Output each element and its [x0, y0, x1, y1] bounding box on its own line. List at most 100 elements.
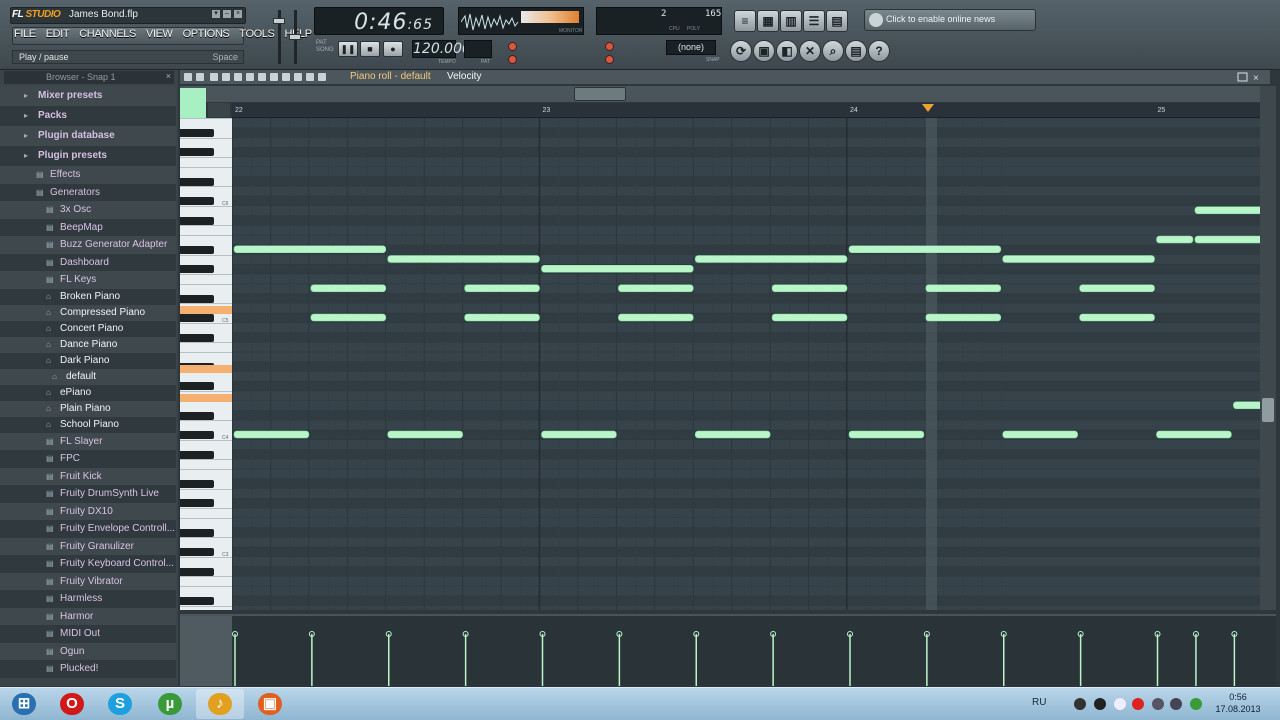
browser-item[interactable]: ▤ Fruity Vibrator	[0, 572, 176, 590]
loop-record-button[interactable]	[605, 42, 614, 51]
browser-item[interactable]: ▸ Packs	[0, 106, 176, 126]
note[interactable]	[1194, 235, 1260, 244]
network-icon[interactable]	[1152, 698, 1164, 710]
pattern-record-button-2[interactable]	[508, 55, 517, 64]
menu-channels[interactable]: CHANNELS	[79, 28, 136, 40]
scroll-thumb[interactable]	[574, 87, 626, 101]
note[interactable]	[771, 284, 848, 293]
refresh-icon[interactable]: ⟳	[730, 40, 752, 62]
save-icon[interactable]: ▣	[753, 40, 775, 62]
black-key[interactable]	[180, 177, 214, 186]
note[interactable]	[387, 430, 463, 439]
black-key[interactable]	[180, 197, 214, 205]
playhead-marker-icon[interactable]	[922, 104, 934, 112]
browser-item[interactable]: ▸ Mixer presets	[0, 86, 176, 106]
clock[interactable]: 0:56 17.08.2013	[1214, 691, 1262, 715]
black-key[interactable]	[180, 148, 214, 157]
volume-knob[interactable]	[273, 18, 285, 24]
tempo-field[interactable]: 120.000	[412, 40, 471, 58]
taskbar-start-button[interactable]: ⊞	[0, 689, 48, 719]
search-icon[interactable]: ⌕	[822, 40, 844, 62]
menu-toggle-icon[interactable]	[208, 103, 230, 117]
black-key[interactable]	[180, 216, 214, 225]
browser-item[interactable]: ▤ Harmor	[0, 607, 176, 625]
horizontal-scrollbar[interactable]	[180, 86, 1272, 102]
step-sequencer-icon[interactable]: ▦	[757, 10, 779, 32]
note[interactable]	[541, 430, 617, 439]
browser-item[interactable]: ▤ MIDI Out	[0, 625, 176, 643]
pitch-knob[interactable]	[289, 34, 301, 40]
tray-torrent-icon[interactable]	[1190, 698, 1202, 710]
black-key[interactable]	[180, 528, 214, 537]
note[interactable]	[1194, 206, 1260, 215]
piano-roll-icon[interactable]: ▥	[780, 10, 802, 32]
browser-item[interactable]: ▤ Fruit Kick	[0, 467, 176, 485]
browser-close-icon[interactable]: ×	[166, 71, 171, 81]
browser-item[interactable]: ▤ Ogun	[0, 642, 176, 660]
note[interactable]	[618, 284, 694, 293]
window-controls[interactable]: ×	[1236, 70, 1266, 84]
velocity-lane[interactable]	[180, 614, 1276, 686]
note-grid[interactable]	[232, 118, 1260, 610]
menu-file[interactable]: FILE	[14, 28, 36, 40]
browser-item[interactable]: ⌂ ePiano	[0, 384, 176, 401]
online-news-panel[interactable]: Click to enable online news	[864, 9, 1036, 31]
timeline-ruler[interactable]: 22 23 24 25	[232, 103, 1260, 118]
black-key[interactable]	[180, 567, 214, 576]
piano-roll-title[interactable]: Piano roll - default	[350, 71, 431, 82]
note[interactable]	[464, 313, 540, 322]
browser-item[interactable]: ▤ Fruity DX10	[0, 502, 176, 520]
note[interactable]	[848, 245, 1002, 254]
browser-item[interactable]: ▤ Plucked!	[0, 660, 176, 678]
pause-button[interactable]: ❚❚	[338, 41, 358, 57]
note[interactable]	[1156, 235, 1194, 244]
black-key[interactable]	[180, 450, 214, 459]
taskbar-paint-button[interactable]: ▣	[246, 689, 294, 719]
note[interactable]	[618, 313, 694, 322]
note[interactable]	[1079, 284, 1155, 293]
browser-item[interactable]: ▤ FL Keys	[0, 271, 176, 289]
taskbar-fl-studio-button[interactable]: ♪	[196, 689, 244, 719]
browser-item[interactable]: ⌂ Plain Piano	[0, 400, 176, 417]
note[interactable]	[233, 430, 310, 439]
menu-options[interactable]: OPTIONS	[183, 28, 230, 40]
browser-item[interactable]: ⌂ Dance Piano	[0, 336, 176, 353]
note[interactable]	[310, 313, 387, 322]
browser-item[interactable]: ▤ Effects	[0, 166, 176, 184]
note[interactable]	[541, 264, 694, 273]
black-key[interactable]	[180, 411, 214, 420]
tray-antivirus-icon[interactable]	[1132, 698, 1144, 710]
browser-item[interactable]: ▤ Fruity Granulizer	[0, 537, 176, 555]
pattern-record-button[interactable]	[508, 42, 517, 51]
browser-item[interactable]: ▤ FPC	[0, 450, 176, 468]
note[interactable]	[1156, 430, 1232, 439]
tray-counter-icon[interactable]	[1094, 698, 1106, 710]
browser-item[interactable]: ▤ Fruity DrumSynth Live	[0, 485, 176, 503]
close-button[interactable]: ×	[233, 9, 243, 19]
velocity-canvas[interactable]	[180, 616, 1276, 686]
note[interactable]	[848, 430, 925, 439]
taskbar-skype-button[interactable]: S	[96, 689, 144, 719]
browser-item[interactable]: ▤ 3x Osc	[0, 201, 176, 219]
mixer-icon[interactable]: ☰	[803, 10, 825, 32]
tray-app-icon[interactable]	[1074, 698, 1086, 710]
event-selector[interactable]: Velocity	[447, 71, 481, 82]
browser-item[interactable]: ▸ Plugin database	[0, 126, 176, 146]
note[interactable]	[925, 313, 1002, 322]
dropdown-button[interactable]: ▾	[211, 9, 221, 19]
browser-item[interactable]: ⌂ Compressed Piano	[0, 304, 176, 321]
black-key[interactable]	[180, 265, 214, 274]
playlist-icon[interactable]: ≡	[734, 10, 756, 32]
browser-item[interactable]: ▤ BeepMap	[0, 218, 176, 236]
browser-item[interactable]: ⌂ default	[0, 368, 176, 385]
tray-window-icon[interactable]	[1114, 698, 1126, 710]
note[interactable]	[1233, 401, 1260, 410]
black-key[interactable]	[180, 333, 214, 342]
note[interactable]	[310, 284, 387, 293]
black-key[interactable]	[180, 245, 214, 254]
black-key[interactable]	[180, 548, 214, 556]
note[interactable]	[464, 284, 540, 293]
help-icon[interactable]: ?	[868, 40, 890, 62]
volume-icon[interactable]	[1170, 698, 1182, 710]
piano-keyboard[interactable]: C6 C5 C4 C3	[180, 118, 232, 610]
